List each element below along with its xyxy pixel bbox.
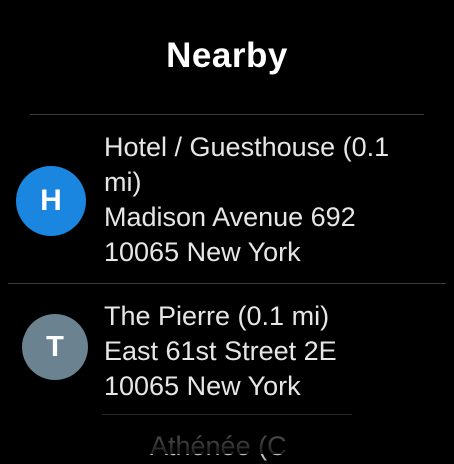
place-text: Athénée (C: [150, 429, 287, 464]
list-item[interactable]: Athénée (C: [0, 415, 454, 461]
place-text: The Pierre (0.1 mi) East 61st Street 2E …: [104, 299, 337, 404]
page-title: Nearby: [166, 36, 288, 75]
avatar-letter: T: [46, 330, 64, 363]
place-city: 10065 New York: [104, 237, 301, 267]
place-name: Athénée (C: [150, 431, 287, 461]
place-name: The Pierre (0.1 mi): [104, 301, 330, 331]
place-city: 10065 New York: [104, 371, 301, 401]
hotel-icon: H: [16, 166, 86, 236]
place-street: Madison Avenue 692: [104, 202, 356, 232]
place-icon: T: [22, 314, 88, 380]
place-text: Hotel / Guesthouse (0.1 mi) Madison Aven…: [104, 130, 389, 270]
place-name: Hotel / Guesthouse (0.1: [104, 132, 390, 162]
avatar-letter: H: [40, 184, 62, 217]
place-name-continued: mi): [104, 167, 142, 197]
list-item[interactable]: H Hotel / Guesthouse (0.1 mi) Madison Av…: [0, 115, 454, 283]
place-street: East 61st Street 2E: [104, 336, 337, 366]
list-item[interactable]: T The Pierre (0.1 mi) East 61st Street 2…: [0, 284, 454, 414]
